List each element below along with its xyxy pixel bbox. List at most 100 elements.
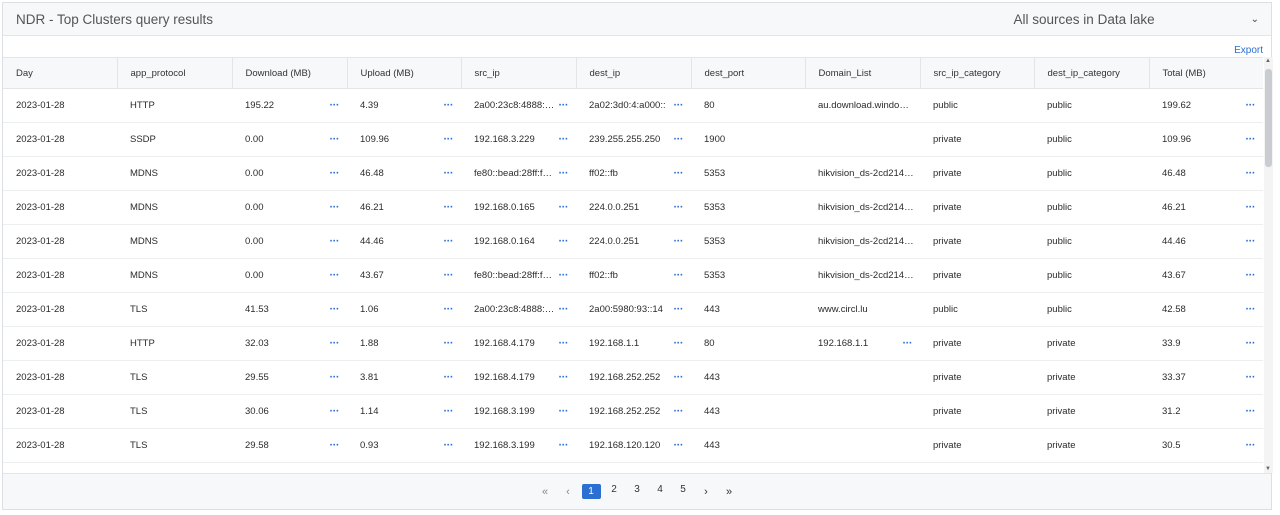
more-actions-icon[interactable]: ···: [330, 167, 340, 179]
more-actions-icon[interactable]: ···: [1246, 235, 1256, 247]
more-actions-icon[interactable]: ···: [674, 303, 684, 315]
scroll-down-icon[interactable]: ▼: [1265, 466, 1271, 472]
more-actions-icon[interactable]: ···: [674, 99, 684, 111]
table-cell: 44.46 ···: [347, 224, 461, 259]
more-actions-icon[interactable]: ···: [330, 405, 340, 417]
column-header[interactable]: src_ip_category: [920, 57, 1035, 89]
more-actions-icon[interactable]: ···: [444, 405, 454, 417]
more-actions-icon[interactable]: ···: [1246, 133, 1256, 145]
column-header[interactable]: Upload (MB): [347, 57, 462, 89]
more-actions-icon[interactable]: ···: [1246, 167, 1256, 179]
more-actions-icon[interactable]: ···: [559, 133, 569, 145]
column-header[interactable]: app_protocol: [117, 57, 233, 89]
page-number[interactable]: 2: [603, 484, 626, 499]
more-actions-icon[interactable]: ···: [1246, 269, 1256, 281]
more-actions-icon[interactable]: ···: [559, 99, 569, 111]
vertical-scrollbar[interactable]: ▲ ▼: [1264, 57, 1273, 473]
more-actions-icon[interactable]: ···: [444, 269, 454, 281]
more-actions-icon[interactable]: ···: [559, 337, 569, 349]
cell-text: 192.168.0.165: [474, 201, 535, 213]
more-actions-icon[interactable]: ···: [330, 269, 340, 281]
page-number[interactable]: 1: [581, 484, 601, 499]
table-cell: 239.255.255.250···: [576, 462, 691, 473]
more-actions-icon[interactable]: ···: [559, 405, 569, 417]
page-number[interactable]: 4: [649, 484, 672, 499]
more-actions-icon[interactable]: ···: [674, 405, 684, 417]
cell-text: 32.03: [245, 337, 269, 349]
more-actions-icon[interactable]: ···: [330, 201, 340, 213]
table-row[interactable]: 2023-01-28 TLS 29.55 ··· 3.81 ··· 192.168.4.17…: [3, 360, 1263, 395]
more-actions-icon[interactable]: ···: [330, 371, 340, 383]
more-actions-icon[interactable]: ···: [1246, 337, 1256, 349]
more-actions-icon[interactable]: ···: [559, 269, 569, 281]
more-actions-icon[interactable]: ···: [674, 269, 684, 281]
more-actions-icon[interactable]: ···: [674, 439, 684, 451]
table-row[interactable]: 2023-01-28 HTTP 32.03 ··· 1.88 ··· 192.168.4.1…: [3, 326, 1263, 361]
more-actions-icon[interactable]: ···: [444, 235, 454, 247]
more-actions-icon[interactable]: ···: [330, 235, 340, 247]
table-row[interactable]: 2023-01-28 MDNS 0.00 ··· 44.46 ··· 192.168.0.1…: [3, 224, 1263, 259]
table-row[interactable]: 2023-01-28 TLS 30.06 ··· 1.14 ··· 192.168.3.19…: [3, 394, 1263, 429]
more-actions-icon[interactable]: ···: [1246, 303, 1256, 315]
table-row[interactable]: 2023-01-28 HTTP 195.22 ··· 4.39 ··· 2a00:23c8:…: [3, 88, 1263, 123]
column-header[interactable]: dest_ip_category: [1034, 57, 1150, 89]
scroll-up-icon[interactable]: ▲: [1265, 58, 1271, 64]
more-actions-icon[interactable]: ···: [559, 303, 569, 315]
last-page-icon[interactable]: »: [718, 486, 741, 498]
more-actions-icon[interactable]: ···: [444, 99, 454, 111]
page-number[interactable]: 5: [672, 484, 695, 499]
table-cell: hikvision_ds-2cd214…: [805, 190, 920, 225]
column-header[interactable]: Domain_List: [805, 57, 921, 89]
column-header[interactable]: Day: [3, 57, 118, 89]
prev-page-icon[interactable]: ‹: [557, 486, 580, 498]
column-header[interactable]: Download (MB): [232, 57, 348, 89]
more-actions-icon[interactable]: ···: [1246, 99, 1256, 111]
source-select[interactable]: All sources in Data lake ⌄: [1014, 12, 1259, 27]
more-actions-icon[interactable]: ···: [330, 337, 340, 349]
table-header-row: Day app_protocol Download (MB) Upload (MB) s…: [3, 57, 1263, 89]
more-actions-icon[interactable]: ···: [559, 371, 569, 383]
more-actions-icon[interactable]: ···: [559, 201, 569, 213]
more-actions-icon[interactable]: ···: [444, 201, 454, 213]
next-page-icon[interactable]: ›: [695, 486, 718, 498]
page-number[interactable]: 3: [626, 484, 649, 499]
more-actions-icon[interactable]: ···: [674, 371, 684, 383]
more-actions-icon[interactable]: ···: [444, 303, 454, 315]
column-header[interactable]: dest_port: [691, 57, 806, 89]
first-page-icon[interactable]: «: [534, 486, 557, 498]
column-header[interactable]: src_ip: [461, 57, 577, 89]
more-actions-icon[interactable]: ···: [1246, 371, 1256, 383]
more-actions-icon[interactable]: ···: [330, 439, 340, 451]
column-header[interactable]: Total (MB): [1149, 57, 1263, 89]
more-actions-icon[interactable]: ···: [444, 439, 454, 451]
export-link[interactable]: Export: [1234, 45, 1263, 56]
table-row[interactable]: 2023-01-28 MDNS 0.00 ··· 43.67 ··· fe80::bead:…: [3, 258, 1263, 293]
more-actions-icon[interactable]: ···: [674, 167, 684, 179]
more-actions-icon[interactable]: ···: [444, 133, 454, 145]
more-actions-icon[interactable]: ···: [559, 235, 569, 247]
more-actions-icon[interactable]: ···: [674, 201, 684, 213]
more-actions-icon[interactable]: ···: [444, 167, 454, 179]
table-row[interactable]: 2023-01-28 MDNS 0.00 ··· 46.21 ··· 192.168.0.1…: [3, 190, 1263, 225]
column-header[interactable]: dest_ip: [576, 57, 692, 89]
scrollbar-thumb[interactable]: [1265, 69, 1272, 167]
more-actions-icon[interactable]: ···: [1246, 405, 1256, 417]
table-row[interactable]: 2023-01-28 MDNS 0.00 ··· 46.48 ··· fe80::bead:…: [3, 156, 1263, 191]
table-row[interactable]: 2023-01-28 SSDP 0.00 ··· 109.96 ··· 192.168.3.…: [3, 122, 1263, 157]
more-actions-icon[interactable]: ···: [559, 167, 569, 179]
more-actions-icon[interactable]: ···: [674, 337, 684, 349]
more-actions-icon[interactable]: ···: [1246, 201, 1256, 213]
more-actions-icon[interactable]: ···: [444, 337, 454, 349]
table-row[interactable]: 2023-01-28 TLS 29.58 ··· 0.93 ··· 192.168.3.19…: [3, 428, 1263, 463]
more-actions-icon[interactable]: ···: [330, 303, 340, 315]
more-actions-icon[interactable]: ···: [444, 371, 454, 383]
more-actions-icon[interactable]: ···: [330, 133, 340, 145]
more-actions-icon[interactable]: ···: [674, 235, 684, 247]
more-actions-icon[interactable]: ···: [330, 99, 340, 111]
more-actions-icon[interactable]: ···: [903, 337, 913, 349]
more-actions-icon[interactable]: ···: [674, 133, 684, 145]
table-row[interactable]: 2023-01-28SSDP0.00···30.14···192.168.4.2…: [3, 462, 1263, 473]
table-row[interactable]: 2023-01-28 TLS 41.53 ··· 1.06 ··· 2a00:23c8:48…: [3, 292, 1263, 327]
more-actions-icon[interactable]: ···: [559, 439, 569, 451]
more-actions-icon[interactable]: ···: [1246, 439, 1256, 451]
